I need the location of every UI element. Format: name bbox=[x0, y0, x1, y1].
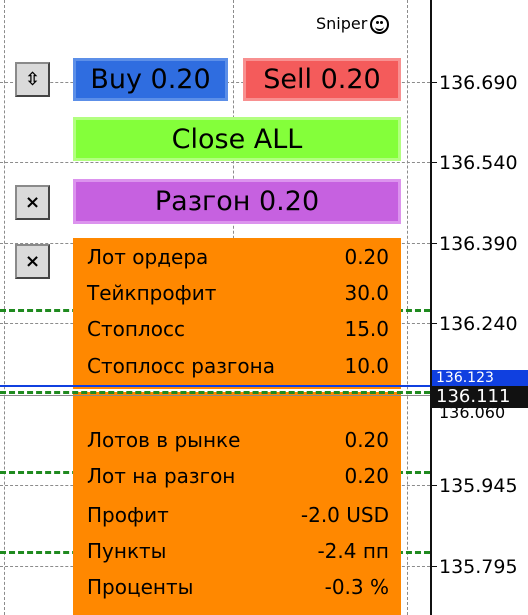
price-tick bbox=[430, 485, 437, 486]
hide-panel-button[interactable]: × bbox=[15, 244, 50, 279]
panel-row: Профит -2.0 USD bbox=[73, 502, 401, 528]
close-all-button[interactable]: Close ALL bbox=[73, 117, 401, 161]
up-down-arrow-icon: ⇳ bbox=[24, 69, 41, 90]
disable-razgon-button[interactable]: × bbox=[15, 185, 50, 220]
panel-row: Лот на разгон 0.20 bbox=[73, 463, 401, 489]
trading-chart-window: Лот ордера 0.20 Тейкпрофит 30.0 Стоплосс… bbox=[0, 0, 528, 615]
brand-label: Sniper bbox=[316, 14, 390, 34]
current-level-line[interactable] bbox=[0, 391, 430, 394]
current-price-label: 136.111 bbox=[432, 386, 528, 408]
price-label: 135.945 bbox=[439, 475, 518, 497]
panel-row-value: 0.20 bbox=[344, 428, 389, 452]
vertical-grid-line bbox=[4, 0, 5, 615]
panel-row: Тейкпрофит 30.0 bbox=[73, 280, 401, 306]
sell-button[interactable]: Sell 0.20 bbox=[243, 58, 401, 101]
price-label: 136.390 bbox=[439, 233, 518, 255]
panel-row-label: Стоплосс разгона bbox=[87, 354, 275, 378]
panel-row-label: Стоплосс bbox=[87, 317, 185, 341]
price-tick bbox=[430, 162, 437, 163]
panel-row-value[interactable]: 10.0 bbox=[344, 353, 389, 379]
panel-row-label: Лот на разгон bbox=[87, 464, 236, 488]
panel-row-label: Пункты bbox=[87, 539, 167, 563]
panel-row: Стоплосс разгона 10.0 bbox=[73, 353, 401, 379]
panel-row-label: Тейкпрофит bbox=[87, 281, 217, 305]
panel-row: Стоплосс 15.0 bbox=[73, 316, 401, 342]
panel-row-label: Лотов в рынке bbox=[87, 428, 241, 452]
buy-button[interactable]: Buy 0.20 bbox=[73, 58, 228, 101]
current-price-partial-label: 136.123 bbox=[432, 370, 528, 387]
panel-row-value: -2.4 пп bbox=[317, 539, 389, 563]
horizontal-grid-line bbox=[0, 162, 430, 163]
smiley-icon bbox=[370, 15, 390, 34]
panel-row: Лотов в рынке 0.20 bbox=[73, 427, 401, 453]
price-label: 136.540 bbox=[439, 152, 518, 174]
price-label: 136.240 bbox=[439, 313, 518, 335]
bid-price-line bbox=[0, 385, 430, 387]
price-axis bbox=[430, 0, 432, 615]
panel-row-value: 0.20 bbox=[344, 464, 389, 488]
price-tick bbox=[430, 566, 437, 567]
panel-row-label: Проценты bbox=[87, 575, 194, 599]
brand-text: Sniper bbox=[316, 14, 368, 33]
price-label: 136.690 bbox=[439, 72, 518, 94]
close-icon: × bbox=[24, 192, 41, 213]
price-tick bbox=[430, 82, 437, 83]
panel-row-label: Профит bbox=[87, 503, 169, 527]
panel-row-value: -2.0 USD bbox=[300, 503, 389, 527]
panel-row-value[interactable]: 0.20 bbox=[344, 244, 389, 270]
ask-price-line bbox=[0, 395, 430, 396]
panel-row: Проценты -0.3 % bbox=[73, 574, 401, 600]
info-panel: Лот ордера 0.20 Тейкпрофит 30.0 Стоплосс… bbox=[73, 238, 401, 615]
close-icon: × bbox=[24, 251, 41, 272]
panel-row-value[interactable]: 15.0 bbox=[344, 316, 389, 342]
panel-row-label: Лот ордера bbox=[87, 245, 209, 269]
panel-row: Лот ордера 0.20 bbox=[73, 244, 401, 270]
panel-row-value[interactable]: 30.0 bbox=[344, 280, 389, 306]
toggle-direction-button[interactable]: ⇳ bbox=[15, 62, 50, 97]
price-tick bbox=[430, 323, 437, 324]
vertical-grid-line bbox=[407, 0, 408, 615]
panel-row-value: -0.3 % bbox=[324, 575, 389, 599]
razgon-button[interactable]: Разгон 0.20 bbox=[73, 179, 401, 224]
panel-row: Пункты -2.4 пп bbox=[73, 538, 401, 564]
price-tick bbox=[430, 243, 437, 244]
price-label: 135.795 bbox=[439, 556, 518, 578]
